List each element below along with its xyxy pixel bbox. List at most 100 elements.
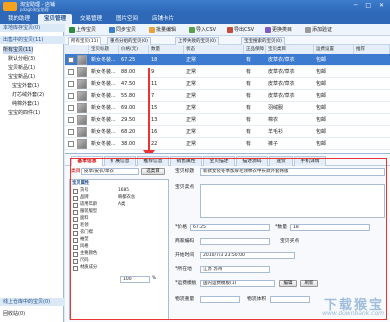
row-checkbox[interactable] [68, 81, 74, 87]
item-table: 宝贝标题 价格(元) 数量 状态 正品保障 宝贝类目 运费设置 推荐 新女冬装.… [65, 45, 390, 153]
cell-guar: 有 [246, 81, 252, 87]
upload-icon [69, 27, 75, 33]
row-checkbox[interactable] [68, 141, 74, 147]
nav-tab-items[interactable]: 宝贝管理 [38, 14, 72, 24]
export-icon [227, 27, 233, 33]
cell-price: 55.80 [121, 93, 136, 99]
row-checkbox[interactable] [68, 117, 74, 123]
sidebar-item[interactable]: 宝宝新品(1) [8, 73, 35, 81]
cell-guar: 有 [246, 69, 252, 75]
row-checkbox[interactable] [68, 105, 74, 111]
sidebar-item[interactable]: 宝宝的四件(1) [8, 109, 40, 117]
table-row[interactable]: 新女冬装... 38.00 22 正常 有 裤子 包邮 [65, 138, 390, 150]
cell-cat: 皮草衣/草衣 [268, 57, 295, 63]
upload-button[interactable]: 上传宝贝 [69, 26, 96, 34]
item-thumbnail [77, 139, 87, 149]
column-header[interactable]: 宝贝标题 [89, 45, 119, 54]
cell-ship: 包邮 [316, 117, 327, 123]
import-csv-button[interactable]: 导入CSV [189, 26, 216, 34]
column-header[interactable]: 价格(元) [119, 45, 149, 54]
column-header[interactable]: 状态 [184, 45, 244, 54]
cell-title: 新女冬装... [91, 141, 116, 147]
watermark: 下载猴宝 www.downbank.com [270, 294, 388, 320]
batch-edit-button[interactable]: 批量编辑 [149, 26, 176, 34]
cell-status: 正常 [186, 81, 197, 87]
sidebar-item[interactable]: 默认分组(3) [8, 55, 35, 63]
cell-ship: 包邮 [316, 129, 327, 135]
validate-button[interactable]: 添加验证 [305, 26, 332, 34]
cell-ship: 包邮 [316, 81, 327, 87]
nav-tab-assistant[interactable]: 我的助理 [2, 14, 36, 24]
cell-title: 新女冬装... [91, 69, 116, 75]
cell-cat: 裤子 [268, 141, 279, 147]
row-checkbox[interactable] [68, 69, 74, 75]
sidebar-warehouse[interactable]: 线上仓库中的宝贝(0) [0, 298, 64, 306]
cell-cat: 皮草衣/草衣 [268, 69, 295, 75]
sidebar-item[interactable]: 灯芯绒外套(2) [12, 91, 44, 99]
tab-upload-failed[interactable]: 上传失败的宝贝(0) [175, 37, 219, 45]
sidebar-local-header[interactable]: 本地库存宝贝(0) [0, 24, 64, 32]
cell-price: 88.00 [121, 69, 136, 75]
nav-tab-images[interactable]: 图片空间 [110, 14, 144, 24]
table-row[interactable]: 新女冬装... 55.80 7 正常 有 皮草衣/草衣 包邮 [65, 90, 390, 102]
table-row[interactable]: 新女冬装... 29.50 13 正常 有 棉衣 包邮 [65, 114, 390, 126]
cell-status: 正常 [186, 93, 197, 99]
import-icon [189, 27, 195, 33]
row-checkbox[interactable] [68, 93, 74, 99]
cell-status: 正常 [186, 57, 197, 63]
sidebar-online-header[interactable]: 出售中的宝贝(11) [0, 36, 64, 44]
nav-tab-trade[interactable]: 交易管理 [74, 14, 108, 24]
main-nav: 我的助理 宝贝管理 交易管理 图片空间 店铺卡片 [0, 13, 390, 24]
cell-guar: 有 [246, 105, 252, 111]
cell-price: 67.25 [121, 57, 136, 63]
cell-price: 69.00 [121, 105, 136, 111]
cell-price: 68.20 [121, 129, 136, 135]
cell-qty: 18 [151, 57, 158, 63]
cell-price: 47.50 [121, 81, 136, 87]
sidebar-recycle-bin[interactable]: 回收站(0) [3, 310, 25, 318]
tab-search-items[interactable]: 宝宝搜索的宝贝(0) [241, 37, 285, 45]
table-row[interactable]: 新女冬装... 88.00 9 正常 有 皮草衣/草衣 包邮 [65, 66, 390, 78]
cell-guar: 有 [246, 129, 252, 135]
cell-qty: 9 [151, 69, 155, 75]
table-row[interactable]: 新女冬装... 68.20 16 正常 有 羊毛衫 包邮 [65, 126, 390, 138]
sync-button[interactable]: 同步宝贝 [109, 26, 136, 34]
column-header[interactable]: 推荐 [354, 45, 390, 54]
column-header[interactable]: 正品保障 [244, 45, 266, 54]
sidebar-item[interactable]: 纯棉外套(1) [12, 100, 39, 108]
row-checkbox[interactable] [68, 129, 74, 135]
sidebar-item-all[interactable]: 所有宝贝(11) [3, 46, 34, 54]
cell-status: 正常 [186, 117, 197, 123]
item-thumbnail [77, 79, 87, 89]
annotation-arrow-line [148, 68, 150, 153]
tab-all-items[interactable]: 所有宝贝(11) [68, 37, 102, 45]
table-row[interactable]: 新女冬装... 69.00 15 正常 有 羽绒服 包邮 [65, 102, 390, 114]
cell-status: 正常 [186, 69, 197, 75]
nav-tab-shop[interactable]: 店铺卡片 [146, 14, 180, 24]
item-thumbnail [77, 67, 87, 77]
table-row[interactable]: 新女冬装... 67.25 18 正常 有 皮草衣/草衣 包邮 [65, 54, 390, 66]
column-header[interactable]: 宝贝类目 [266, 45, 314, 54]
window-controls[interactable]: ─ □ ✕ [354, 2, 387, 9]
cell-cat: 皮草衣/草衣 [268, 81, 295, 87]
tab-key-items[interactable]: 重点分组的宝贝(0) [107, 37, 151, 45]
item-thumbnail [77, 127, 87, 137]
cell-title: 新女冬装... [91, 81, 116, 87]
column-header[interactable]: 运费设置 [314, 45, 354, 54]
column-header[interactable]: 数量 [149, 45, 184, 54]
cell-ship: 包邮 [316, 105, 327, 111]
sidebar-item[interactable]: 宝贝新品(1) [8, 64, 35, 72]
row-checkbox[interactable] [68, 57, 74, 63]
item-thumbnail [77, 55, 87, 65]
sidebar-item[interactable]: 宝宝外套(1) [12, 82, 39, 90]
cell-qty: 15 [151, 105, 158, 111]
cell-title: 新女冬装... [91, 129, 116, 135]
cell-status: 正常 [186, 129, 197, 135]
change-category-button[interactable]: 更换类目 [265, 26, 292, 34]
toolbar: 上传宝贝 同步宝贝 批量编辑 导入CSV 导出CSV 更换类目 添加验证 [65, 24, 390, 36]
export-csv-button[interactable]: 导出CSV [227, 26, 254, 34]
cell-guar: 有 [246, 93, 252, 99]
app-logo-icon [3, 2, 17, 11]
table-row[interactable]: 新女冬装... 47.50 11 正常 有 皮草衣/草衣 包邮 [65, 78, 390, 90]
cell-title: 新女冬装... [91, 57, 116, 63]
